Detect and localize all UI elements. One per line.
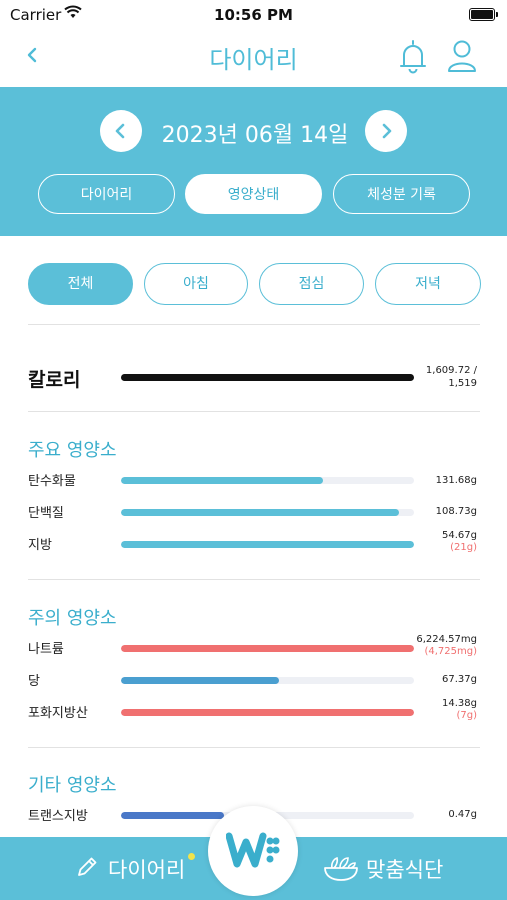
calorie-value: 1,609.72 / 1,519 — [426, 364, 477, 390]
divider — [28, 324, 480, 325]
nutrient-bar-fill — [121, 812, 224, 819]
divider — [28, 579, 480, 580]
nutrient-bar-fill — [121, 509, 400, 516]
meal-tab-breakfast[interactable]: 아침 — [144, 263, 248, 305]
nutrient-value: 14.38g (7g) — [442, 698, 477, 722]
meal-tab-dinner[interactable]: 저녁 — [375, 263, 481, 305]
meal-tab-lunch[interactable]: 점심 — [259, 263, 364, 305]
nutrient-amount: 6,224.57mg — [416, 634, 477, 645]
tab-diary[interactable]: 다이어리 — [38, 174, 175, 214]
divider — [28, 411, 480, 412]
calorie-target: 1,519 — [448, 378, 477, 389]
nutrient-bar-fill — [121, 477, 324, 484]
nutrient-value: 67.37g — [442, 674, 477, 686]
nutrient-bar — [121, 677, 414, 684]
bell-icon[interactable] — [396, 38, 430, 74]
nutrient-amount: 14.38g — [442, 698, 477, 709]
nutrient-label: 포화지방산 — [28, 706, 88, 721]
date-panel: 2023년 06월 14일 다이어리 영양상태 체성분 기록 — [0, 87, 507, 236]
w-logo-icon — [226, 832, 280, 868]
nutrient-label: 나트륨 — [28, 642, 64, 657]
nutrient-amount: 131.68g — [435, 475, 477, 486]
nutrient-amount: 54.67g — [442, 530, 477, 541]
nutrient-bar — [121, 709, 414, 716]
nutrient-bar — [121, 477, 414, 484]
nutrient-amount: 0.47g — [448, 809, 477, 820]
bottom-tab-diary[interactable]: 다이어리 — [74, 854, 185, 885]
nutrient-amount: 108.73g — [435, 506, 477, 517]
nutrient-recommended: (4,725mg) — [424, 646, 477, 657]
calorie-label: 칼로리 — [28, 369, 81, 391]
section-title-other-nutrients: 기타 영양소 — [28, 775, 117, 796]
section-title-caution-nutrients: 주의 영양소 — [28, 608, 117, 629]
nutrient-label: 당 — [28, 674, 40, 689]
chevron-left-icon — [115, 123, 125, 139]
pencil-icon — [78, 857, 97, 876]
section-title-major-nutrients: 주요 영양소 — [28, 440, 117, 461]
nutrient-bar — [121, 541, 414, 548]
nutrient-label: 단백질 — [28, 506, 64, 521]
tab-nutrition-status[interactable]: 영양상태 — [185, 174, 322, 214]
salad-bowl-icon — [324, 856, 358, 881]
nutrient-value: 6,224.57mg (4,725mg) — [416, 634, 477, 658]
nutrient-bar — [121, 509, 414, 516]
page-title: 다이어리 — [209, 46, 298, 74]
bottom-tab-custom-diet[interactable]: 맞춤식단 — [322, 854, 443, 887]
nav-bar: 다이어리 — [0, 28, 507, 86]
nutrient-label: 트랜스지방 — [28, 809, 88, 824]
status-time: 10:56 PM — [214, 6, 293, 24]
nutrient-value: 0.47g — [448, 809, 477, 821]
bottom-tab-custom-diet-label: 맞춤식단 — [366, 858, 444, 882]
divider — [28, 747, 480, 748]
nutrient-bar — [121, 645, 414, 652]
battery-icon — [469, 8, 498, 21]
chevron-right-icon — [382, 123, 392, 139]
next-date-button[interactable] — [365, 110, 407, 152]
nutrient-amount: 67.37g — [442, 674, 477, 685]
nutrient-value: 108.73g — [436, 506, 477, 518]
nutrient-value: 131.68g — [436, 475, 477, 487]
calorie-bar — [121, 374, 414, 381]
home-logo-button[interactable] — [208, 806, 298, 896]
nutrient-recommended: (7g) — [456, 710, 477, 721]
calorie-intake: 1,609.72 / — [425, 365, 477, 376]
tab-body-composition[interactable]: 체성분 기록 — [333, 174, 470, 214]
previous-date-button[interactable] — [100, 110, 142, 152]
notification-dot — [188, 853, 195, 860]
nutrient-bar-fill — [121, 709, 414, 716]
nutrient-bar-fill — [121, 645, 414, 652]
meal-tab-all[interactable]: 전체 — [28, 263, 133, 305]
current-date: 2023년 06월 14일 — [161, 123, 349, 148]
nutrient-label: 지방 — [28, 538, 52, 553]
nutrient-recommended: (21g) — [450, 542, 477, 553]
nutrient-bar-fill — [121, 677, 280, 684]
nutrient-bar-fill — [121, 541, 414, 548]
bottom-tab-diary-label: 다이어리 — [108, 858, 186, 882]
nutrient-label: 탄수화물 — [28, 474, 76, 489]
status-bar: Carrier 10:56 PM — [0, 0, 507, 28]
nutrient-value: 54.67g (21g) — [442, 530, 477, 554]
user-icon[interactable] — [446, 38, 478, 74]
